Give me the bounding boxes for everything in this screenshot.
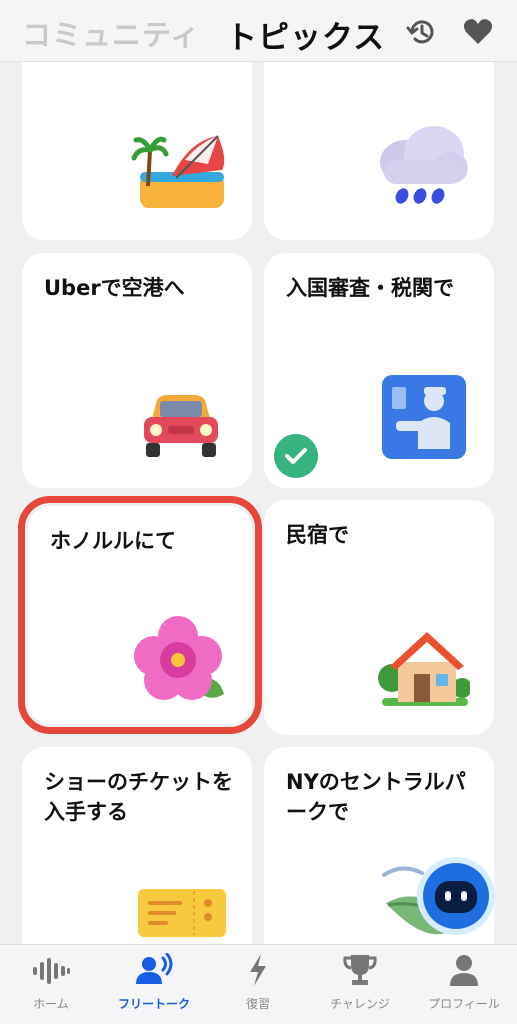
passport-control-icon: [382, 375, 466, 459]
car-icon: [144, 395, 218, 457]
tab-topics[interactable]: トピックス: [226, 12, 385, 57]
hibiscus-icon: [134, 616, 224, 700]
people-talking-icon: [136, 953, 173, 984]
beach-umbrella-icon: [131, 135, 225, 208]
nav-label: プロフィール: [428, 997, 500, 1011]
ticket-icon: [138, 889, 226, 937]
card-title: 入国審査・税関で: [286, 276, 454, 300]
topic-card[interactable]: 民宿で: [264, 500, 494, 735]
topic-card-selected[interactable]: ホノルルにて: [18, 496, 262, 734]
trophy-icon: [343, 955, 377, 985]
nav-home[interactable]: ホーム: [1, 953, 101, 1019]
topic-card[interactable]: [22, 40, 252, 240]
nav-challenge[interactable]: チャレンジ: [310, 953, 410, 1019]
nav-label: ホーム: [33, 997, 69, 1011]
card-title: NYのセントラルパークで: [286, 770, 466, 824]
rain-cloud-icon: [380, 126, 468, 204]
heart-icon[interactable]: [462, 16, 494, 48]
card-title: ホノルルにて: [50, 529, 176, 553]
chatbot-button[interactable]: [417, 857, 495, 935]
card-title: 民宿で: [286, 523, 349, 547]
nav-label: 復習: [245, 997, 270, 1011]
tab-community[interactable]: コミュニティ: [22, 12, 200, 54]
completed-check-icon: [274, 434, 318, 478]
waveform-icon: [33, 958, 70, 984]
top-header: コミュニティ トピックス: [0, 0, 517, 62]
bottom-nav: ホーム フリートーク 復習 チャレンジ プロフィール: [0, 944, 517, 1024]
nav-free-talk[interactable]: フリートーク: [104, 953, 204, 1019]
nav-review[interactable]: 復習: [208, 953, 308, 1019]
nav-profile[interactable]: プロフィール: [414, 953, 514, 1019]
topic-card[interactable]: ショーのチケットを入手する: [22, 747, 252, 944]
history-icon[interactable]: [406, 16, 438, 48]
topic-card[interactable]: [264, 40, 494, 240]
topic-grid: Uberで空港へ 入国審査・税関で ホノルルにて 民宿で ショーのチケットを入手…: [0, 0, 517, 944]
person-icon: [450, 955, 478, 986]
card-title: ショーのチケットを入手する: [44, 770, 233, 824]
topic-card[interactable]: 入国審査・税関で: [264, 253, 494, 488]
lightning-icon: [250, 954, 266, 986]
card-title: Uberで空港へ: [44, 276, 185, 300]
nav-label: フリートーク: [117, 997, 190, 1011]
nav-label: チャレンジ: [330, 997, 390, 1011]
robot-face-icon: [423, 863, 489, 929]
house-icon: [378, 632, 470, 706]
topic-card[interactable]: Uberで空港へ: [22, 253, 252, 488]
